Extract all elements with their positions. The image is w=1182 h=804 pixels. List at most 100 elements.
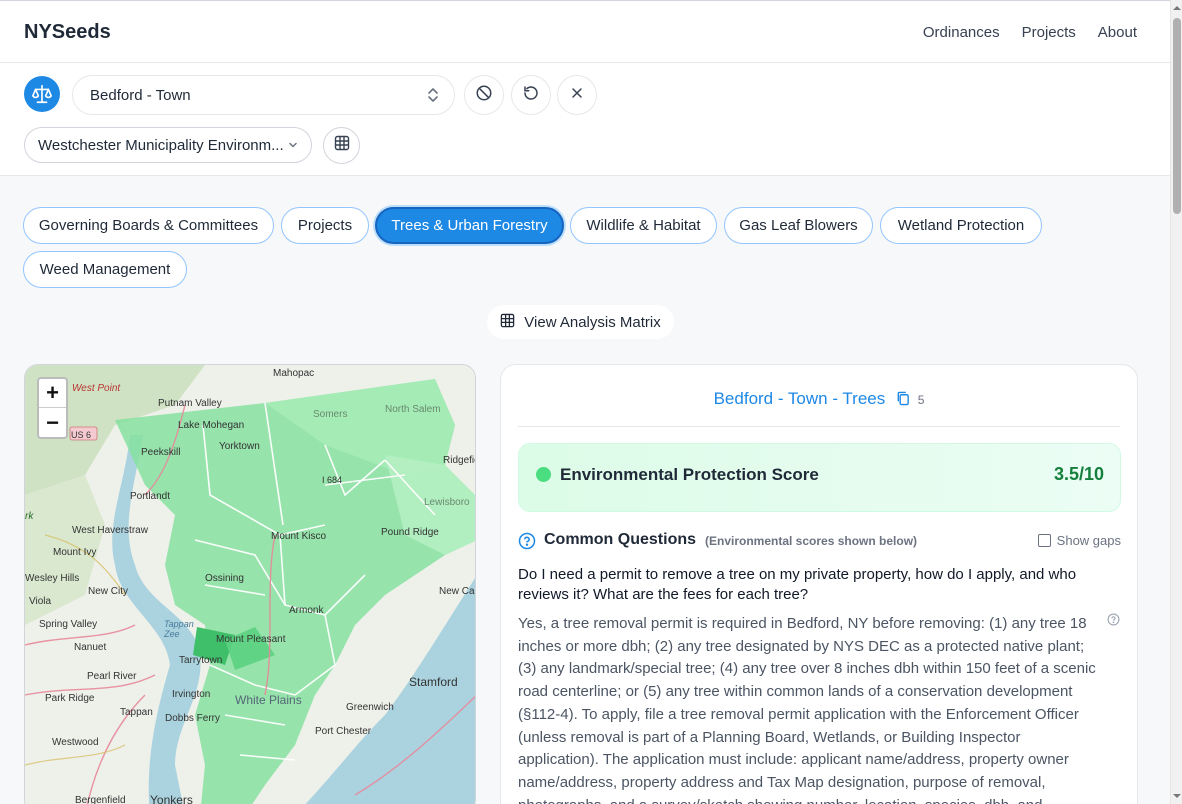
- map-label: Mount Ivy: [53, 547, 97, 558]
- dataset-value: Westchester Municipality Environm...: [38, 137, 284, 154]
- controls-bar: Bedford - Town Westchester Municipality …: [0, 63, 1170, 176]
- common-questions-subtitle: (Environmental scores shown below): [705, 534, 918, 548]
- map-label: Portlandt: [130, 491, 171, 502]
- municipality-select[interactable]: Bedford - Town: [72, 75, 455, 115]
- ordinance-panel: Bedford - Town - Trees 5 Environmental P…: [500, 364, 1138, 804]
- clear-filter-button[interactable]: [464, 75, 504, 115]
- nav-link-ordinances[interactable]: Ordinances: [923, 24, 1000, 41]
- divider: [518, 426, 1120, 427]
- chevron-up-down-icon: [426, 86, 440, 109]
- map-label: Tappan: [120, 707, 153, 718]
- map-label: Wesley Hills: [25, 573, 80, 584]
- show-gaps-checkbox[interactable]: [1037, 534, 1051, 547]
- tab-weed-management[interactable]: Weed Management: [23, 251, 187, 288]
- map-label: Tarrytown: [179, 655, 223, 666]
- show-gaps-toggle[interactable]: Show gaps: [1037, 533, 1121, 548]
- map-label: US 6: [71, 430, 92, 440]
- map-label: Peekskill: [141, 447, 181, 458]
- map-label: Lake Mohegan: [178, 420, 245, 431]
- tab-wildlife-habitat[interactable]: Wildlife & Habitat: [570, 207, 717, 244]
- reset-button[interactable]: [511, 75, 551, 115]
- map-label: Yorktown: [219, 441, 260, 452]
- scales-icon[interactable]: [24, 76, 60, 112]
- map-label: Putnam Valley: [158, 398, 222, 409]
- status-dot: [536, 467, 551, 482]
- map-label: New Ca: [439, 586, 475, 597]
- zoom-in-button[interactable]: +: [39, 379, 66, 408]
- question-circle-icon: [518, 532, 536, 555]
- show-gaps-label: Show gaps: [1056, 533, 1121, 548]
- panel-title-row: Bedford - Town - Trees 5: [501, 389, 1137, 411]
- map-zoom-control: + −: [37, 377, 68, 439]
- map-label: West Haverstraw: [72, 525, 148, 536]
- map-label: Park Ridge: [45, 693, 95, 704]
- dataset-select[interactable]: Westchester Municipality Environm...: [24, 127, 312, 163]
- map-label: Tappan Zee: [164, 619, 194, 639]
- map-label: Nanuet: [74, 642, 107, 653]
- score-label: Environmental Protection Score: [560, 465, 819, 484]
- map-label: West Point: [72, 383, 121, 394]
- map-label: Viola: [29, 596, 52, 607]
- score-card: Environmental Protection Score 3.5/10: [518, 443, 1121, 512]
- panel-title[interactable]: Bedford - Town - Trees: [714, 389, 886, 408]
- help-icon[interactable]: [1107, 613, 1120, 631]
- document-count: 5: [917, 393, 925, 407]
- map-label: rk: [25, 511, 34, 522]
- table-icon: [500, 313, 515, 332]
- map-label: Mount Kisco: [271, 531, 327, 542]
- zoom-out-button[interactable]: −: [39, 408, 66, 437]
- map-label: Ridgefield: [443, 455, 475, 466]
- scroll-down-arrow-icon[interactable]: [1173, 792, 1181, 800]
- matrix-button-label: View Analysis Matrix: [524, 313, 661, 331]
- chevron-down-icon: [287, 138, 299, 156]
- map-label: Mount Pleasant: [216, 634, 286, 645]
- tab-wetland-protection[interactable]: Wetland Protection: [880, 207, 1042, 244]
- nav-links: Ordinances Projects About: [923, 24, 1137, 41]
- tab-trees-urban-forestry[interactable]: Trees & Urban Forestry: [375, 207, 564, 244]
- scroll-up-arrow-icon[interactable]: [1173, 4, 1181, 12]
- answer-text: Yes, a tree removal permit is required i…: [518, 615, 1096, 804]
- map-label: Stamford: [409, 675, 458, 689]
- grid-icon: [334, 135, 350, 156]
- map-label: Dobbs Ferry: [165, 713, 221, 724]
- map-label: Yonkers: [150, 793, 193, 804]
- map-label: Bergenfield: [75, 795, 126, 804]
- map-label: Pound Ridge: [381, 527, 439, 538]
- ban-icon: [475, 84, 493, 107]
- scrollbar-thumb[interactable]: [1173, 18, 1181, 214]
- map-label: Armonk: [289, 605, 324, 616]
- common-questions-header: Common Questions (Environmental scores s…: [518, 531, 1121, 553]
- view-analysis-matrix-button[interactable]: View Analysis Matrix: [487, 305, 674, 339]
- copy-icon[interactable]: [896, 391, 910, 411]
- map-label: I 684: [322, 475, 343, 485]
- map-label: White Plains: [235, 693, 302, 707]
- map-label: Ossining: [205, 573, 244, 584]
- map-label: Pearl River: [87, 671, 137, 682]
- map-label: North Salem: [385, 404, 441, 415]
- map-label: Greenwich: [346, 702, 394, 713]
- tab-gas-leaf-blowers[interactable]: Gas Leaf Blowers: [724, 207, 873, 244]
- nav-link-projects[interactable]: Projects: [1022, 24, 1076, 41]
- close-button[interactable]: [557, 75, 597, 115]
- municipality-value: Bedford - Town: [90, 87, 191, 104]
- close-icon: [569, 85, 585, 106]
- top-nav: NYSeeds Ordinances Projects About: [0, 0, 1170, 63]
- map-label: New City: [88, 586, 129, 597]
- grid-view-button[interactable]: [323, 127, 360, 164]
- common-questions-title: Common Questions: [544, 531, 697, 548]
- question-text: Do I need a permit to remove a tree on m…: [518, 566, 1077, 603]
- nav-link-about[interactable]: About: [1098, 24, 1137, 41]
- score-value: 3.5/10: [1053, 464, 1104, 484]
- municipality-map[interactable]: + − West Point Mahopac Putnam Valley Lak…: [24, 364, 476, 804]
- map-label: Irvington: [172, 689, 211, 700]
- tab-projects[interactable]: Projects: [281, 207, 369, 244]
- map-label: Spring Valley: [39, 619, 98, 630]
- map-label: Mahopac: [273, 368, 315, 379]
- tab-governing-boards[interactable]: Governing Boards & Committees: [23, 207, 274, 244]
- brand-logo[interactable]: NYSeeds: [24, 21, 111, 44]
- map-label: Westwood: [52, 737, 99, 748]
- map-label: Somers: [313, 409, 348, 420]
- page-scrollbar[interactable]: [1170, 0, 1182, 804]
- map-label: Lewisboro: [424, 497, 470, 508]
- refresh-icon: [522, 84, 540, 107]
